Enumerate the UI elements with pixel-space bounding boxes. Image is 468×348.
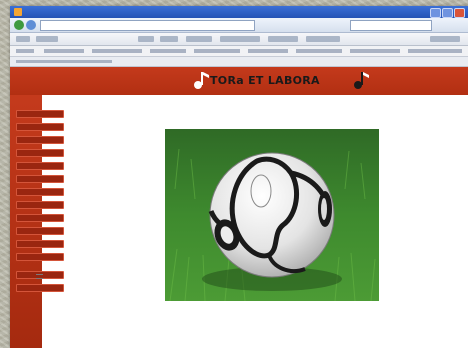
- menu-button[interactable]: [16, 175, 64, 183]
- forward-button[interactable]: [26, 20, 36, 30]
- browser-window: TORa ET LABORA: [10, 6, 468, 348]
- bookmark-item[interactable]: [408, 49, 462, 53]
- tab-label[interactable]: [16, 60, 112, 63]
- sidebar-small-text: [36, 274, 44, 284]
- menu-button[interactable]: [16, 240, 64, 248]
- minimize-button[interactable]: [430, 8, 441, 18]
- toolbar-item[interactable]: [268, 36, 298, 42]
- web-page: TORa ET LABORA: [10, 67, 468, 348]
- music-note-icon: [194, 72, 209, 89]
- bookmark-item[interactable]: [194, 49, 240, 53]
- menu-button[interactable]: [16, 149, 64, 157]
- toolbar-item[interactable]: [16, 36, 30, 42]
- menu-button[interactable]: [16, 214, 64, 222]
- menu-button[interactable]: [16, 253, 64, 261]
- toolbar-item[interactable]: [186, 36, 212, 42]
- close-button[interactable]: [454, 8, 465, 18]
- menu-button[interactable]: [16, 227, 64, 235]
- title-bar: [10, 6, 468, 18]
- toolbar: [10, 33, 468, 46]
- bookmark-item[interactable]: [248, 49, 288, 53]
- music-note-icon: [354, 72, 369, 89]
- soccer-ball-icon: [165, 129, 379, 301]
- bookmark-item[interactable]: [150, 49, 186, 53]
- site-title: TORa ET LABORA: [210, 74, 320, 87]
- bookmark-item[interactable]: [92, 49, 142, 53]
- maximize-button[interactable]: [442, 8, 453, 18]
- bookmark-item[interactable]: [16, 49, 34, 53]
- site-menu: [16, 110, 64, 297]
- menu-button[interactable]: [16, 162, 64, 170]
- search-box[interactable]: [350, 20, 432, 31]
- menu-button[interactable]: [16, 110, 64, 118]
- bookmark-item[interactable]: [350, 49, 400, 53]
- toolbar-item[interactable]: [306, 36, 340, 42]
- bookmark-item[interactable]: [296, 49, 342, 53]
- navigation-bar: [10, 18, 468, 33]
- back-button[interactable]: [14, 20, 24, 30]
- menu-button[interactable]: [16, 123, 64, 131]
- menu-button[interactable]: [16, 136, 64, 144]
- toolbar-item[interactable]: [220, 36, 260, 42]
- tab-strip: [10, 57, 468, 67]
- browser-app-icon: [14, 8, 22, 16]
- site-header: TORa ET LABORA: [10, 67, 468, 95]
- bookmarks-bar: [10, 46, 468, 57]
- toolbar-item[interactable]: [430, 36, 460, 42]
- toolbar-item[interactable]: [160, 36, 178, 42]
- address-bar[interactable]: [40, 20, 255, 31]
- menu-button[interactable]: [16, 201, 64, 209]
- toolbar-item[interactable]: [138, 36, 154, 42]
- menu-button[interactable]: [16, 284, 64, 292]
- soccer-ball-image: [165, 129, 379, 301]
- toolbar-item[interactable]: [36, 36, 58, 42]
- menu-button[interactable]: [16, 188, 64, 196]
- bookmark-item[interactable]: [44, 49, 84, 53]
